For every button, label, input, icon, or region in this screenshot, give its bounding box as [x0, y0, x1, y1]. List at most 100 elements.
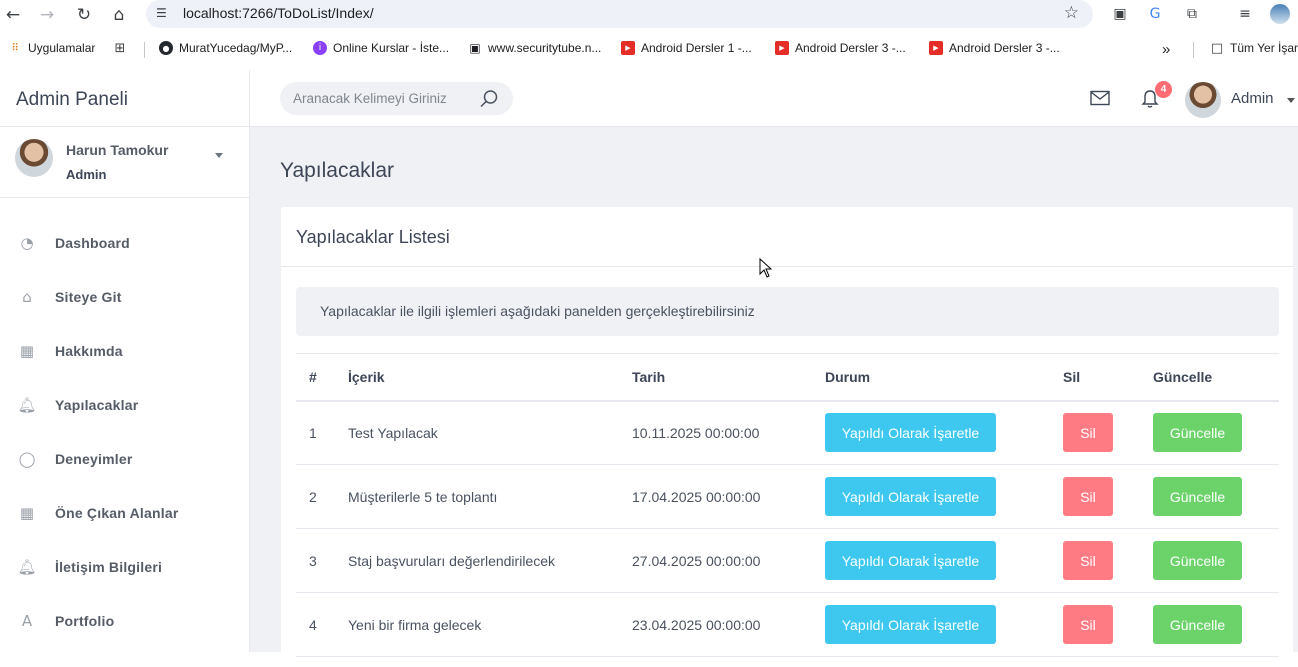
todo-card: Yapılacaklar Listesi Yapılacaklar ile il…: [281, 207, 1293, 667]
sidebar-item-portfolio[interactable]: A Portfolio: [0, 594, 249, 648]
all-bookmarks[interactable]: □ Tüm Yer İşar: [1210, 40, 1298, 56]
bookmark-securitytube[interactable]: ▣ www.securitytube.n...: [468, 41, 601, 55]
bookmark-grid[interactable]: ⊞: [113, 40, 133, 56]
delete-button[interactable]: Sil: [1063, 477, 1113, 516]
delete-button[interactable]: Sil: [1063, 605, 1113, 644]
table-row: 4 Yeni bir firma gelecek 23.04.2025 00:0…: [296, 592, 1279, 657]
sidebar-item-label: İletişim Bilgileri: [55, 559, 163, 575]
search-icon[interactable]: [479, 89, 499, 109]
letter-a-icon: A: [21, 612, 33, 630]
brand-title[interactable]: Admin Paneli: [0, 70, 249, 127]
tv-icon: ▣: [469, 41, 481, 55]
profile-role: Admin: [66, 167, 107, 182]
chevron-down-icon[interactable]: [215, 153, 223, 158]
sidebar-item-deneyimler[interactable]: ◯ Deneyimler: [0, 432, 249, 486]
bell-icon: 🔔︎: [17, 558, 37, 576]
page-title: Yapılacaklar: [280, 159, 395, 182]
bookmark-label: Online Kurslar - İste...: [333, 41, 450, 55]
chevron-down-icon[interactable]: [1287, 98, 1295, 103]
row-date: 17.04.2025 00:00:00: [632, 464, 825, 529]
sidebar-item-siteye-git[interactable]: ⌂ Siteye Git: [0, 270, 249, 324]
mouse-cursor-icon: [759, 258, 772, 278]
table-header-row: # İçerik Tarih Durum Sil Güncelle: [296, 353, 1279, 402]
youtube-icon: ▶: [621, 41, 635, 55]
sidebar-item-label: Yapılacaklar: [55, 397, 139, 413]
card-title: Yapılacaklar Listesi: [281, 207, 1293, 267]
reload-icon[interactable]: ↻: [72, 3, 96, 27]
row-number: 4: [296, 592, 348, 657]
sidebar-profile[interactable]: Harun Tamokur Admin: [0, 127, 249, 198]
bookmark-github[interactable]: ● MuratYucedag/MyP...: [159, 41, 292, 55]
delete-button[interactable]: Sil: [1063, 413, 1113, 453]
mark-done-button[interactable]: Yapıldı Olarak İşaretle: [825, 477, 996, 516]
bookmark-label: Android Dersler 1 -...: [641, 41, 752, 55]
update-button[interactable]: Güncelle: [1153, 413, 1242, 453]
bookmark-android-1[interactable]: ▶ Android Dersler 1 -...: [621, 41, 752, 55]
mark-done-button[interactable]: Yapıldı Olarak İşaretle: [825, 541, 996, 580]
bookmark-online-kurslar[interactable]: i Online Kurslar - İste...: [313, 41, 449, 55]
sidebar-item-dashboard[interactable]: ◔ Dashboard: [0, 216, 249, 270]
browser-profile-avatar[interactable]: [1270, 4, 1290, 24]
column-header: Durum: [825, 353, 1063, 402]
mail-icon[interactable]: [1090, 90, 1110, 106]
translate-icon[interactable]: G: [1145, 4, 1165, 24]
mark-done-button[interactable]: Yapıldı Olarak İşaretle: [825, 605, 996, 644]
bookmark-label: Android Dersler 3 -...: [949, 41, 1060, 55]
sidebar-item-hakkimda[interactable]: ▦ Hakkımda: [0, 324, 249, 378]
user-name[interactable]: Admin: [1231, 90, 1274, 107]
row-content: Staj başvuruları değerlendirilecek: [348, 528, 632, 593]
avatar[interactable]: [1185, 82, 1221, 118]
bell-icon: 🔔︎: [17, 396, 37, 414]
sidebar: Admin Paneli Harun Tamokur Admin ◔ Dashb…: [0, 70, 250, 652]
address-bar[interactable]: ☰ localhost:7266/ToDoList/Index/ ☆: [146, 0, 1093, 28]
search-input[interactable]: [293, 82, 473, 115]
update-button[interactable]: Güncelle: [1153, 477, 1242, 516]
apps-grid-icon: ⠿: [11, 42, 19, 54]
row-content: Test Yapılacak: [348, 400, 632, 465]
sidebar-menu: ◔ Dashboard ⌂ Siteye Git ▦ Hakkımda 🔔︎ Y…: [0, 198, 249, 648]
grid-icon: ⊞: [114, 40, 126, 56]
table-icon: ▦: [19, 504, 35, 522]
info-alert: Yapılacaklar ile ilgili işlemleri aşağıd…: [296, 287, 1279, 336]
column-header: Sil: [1063, 353, 1153, 402]
reading-list-icon[interactable]: ≡: [1235, 4, 1255, 24]
gauge-icon: ◔: [20, 234, 34, 252]
forward-arrow-icon[interactable]: →: [35, 3, 59, 27]
home-icon[interactable]: ⌂: [107, 3, 131, 27]
url-text[interactable]: localhost:7266/ToDoList/Index/: [183, 5, 374, 21]
extensions-icon[interactable]: ⧉: [1182, 4, 1202, 24]
topbar: 4 Admin: [250, 70, 1298, 127]
bookmark-apps[interactable]: ⠿ Uygulamalar: [8, 41, 95, 55]
profile-switch-icon[interactable]: ▣: [1110, 4, 1130, 24]
column-header: #: [296, 353, 348, 402]
sidebar-item-yapilacaklar[interactable]: 🔔︎ Yapılacaklar: [0, 378, 249, 432]
site-settings-icon[interactable]: ☰: [156, 6, 172, 22]
sidebar-item-one-cikan-alanlar[interactable]: ▦ Öne Çıkan Alanlar: [0, 486, 249, 540]
folder-icon: □: [1210, 40, 1224, 56]
row-date: 27.04.2025 00:00:00: [632, 528, 825, 593]
table-row: 1 Test Yapılacak 10.11.2025 00:00:00 Yap…: [296, 400, 1279, 465]
sidebar-item-label: Portfolio: [55, 613, 115, 629]
bookmark-android-3b[interactable]: ▶ Android Dersler 3 -...: [929, 41, 1060, 55]
update-button[interactable]: Güncelle: [1153, 541, 1242, 580]
update-button[interactable]: Güncelle: [1153, 605, 1242, 644]
profile-name: Harun Tamokur: [66, 142, 169, 158]
youtube-icon: ▶: [929, 41, 943, 55]
bookmark-label: Tüm Yer İşar: [1230, 41, 1298, 55]
bookmark-star-icon[interactable]: ☆: [1064, 3, 1079, 23]
home-icon: ⌂: [22, 288, 32, 306]
mark-done-button[interactable]: Yapıldı Olarak İşaretle: [825, 413, 996, 453]
bookmark-android-3a[interactable]: ▶ Android Dersler 3 -...: [775, 41, 906, 55]
bookmark-label: MuratYucedag/MyP...: [179, 41, 293, 55]
bookmarks-overflow-icon[interactable]: »: [1162, 41, 1170, 58]
sidebar-item-iletisim-bilgileri[interactable]: 🔔︎ İletişim Bilgileri: [0, 540, 249, 594]
back-arrow-icon[interactable]: ←: [1, 3, 25, 27]
column-header: Güncelle: [1153, 353, 1279, 402]
bookmarks-bar: ⠿ Uygulamalar ⊞ ● MuratYucedag/MyP... i …: [0, 30, 1298, 68]
apple-icon: ◯: [18, 450, 36, 468]
table-row: 2 Müşterilerle 5 te toplantı 17.04.2025 …: [296, 464, 1279, 529]
delete-button[interactable]: Sil: [1063, 541, 1113, 580]
bookmark-label: Uygulamalar: [28, 41, 96, 55]
kurs-icon: i: [313, 41, 327, 55]
bookmark-label: www.securitytube.n...: [488, 41, 602, 55]
